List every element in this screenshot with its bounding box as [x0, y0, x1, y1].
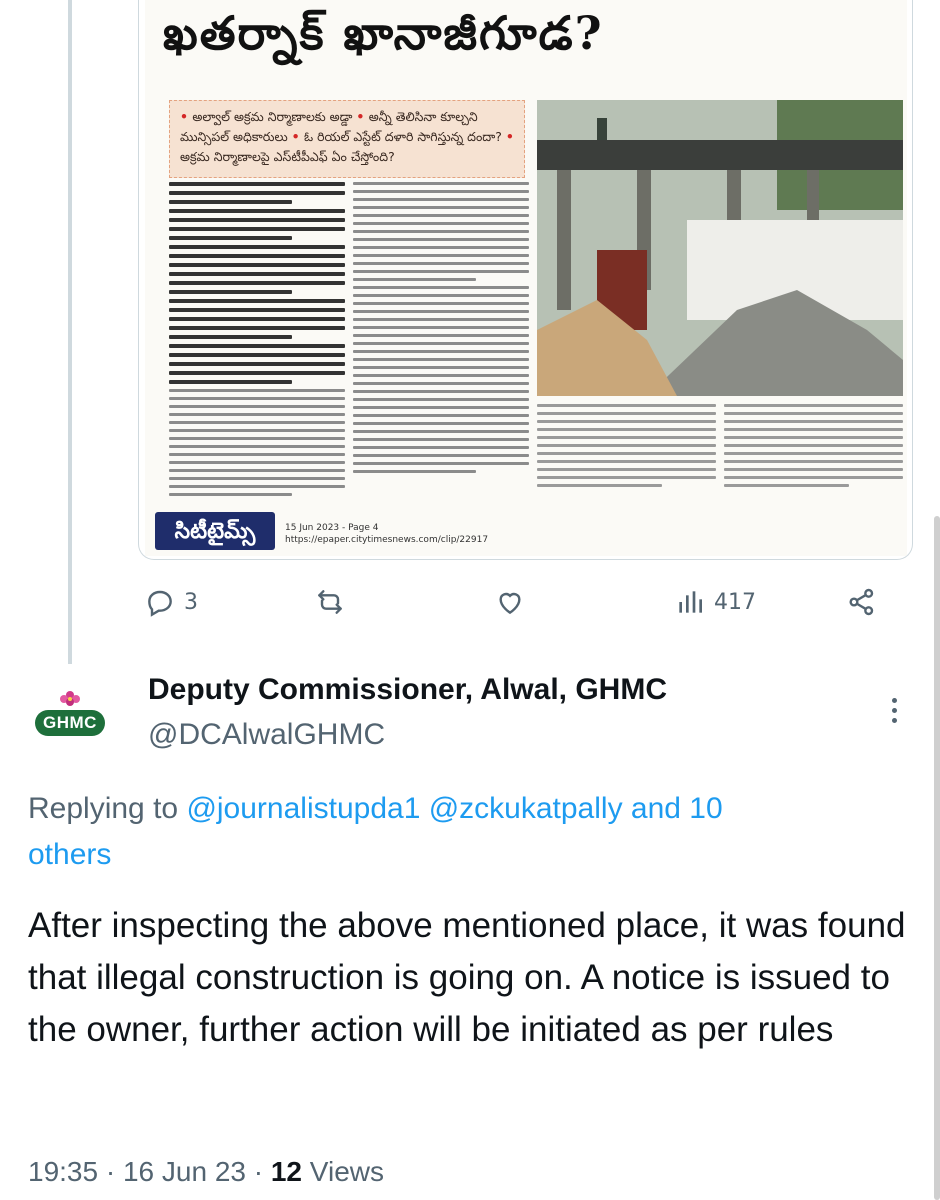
- subhead-line: అల్వాల్ అక్రమ నిర్మాణాలకు అడ్డా: [192, 109, 353, 124]
- tweet-date[interactable]: 16 Jun 23: [123, 1156, 246, 1187]
- reply-icon: [148, 590, 172, 617]
- views-button[interactable]: 417: [674, 578, 756, 626]
- more-options-button[interactable]: [884, 690, 904, 730]
- ghmc-logo-text: GHMC: [35, 710, 105, 736]
- like-button[interactable]: [494, 578, 534, 626]
- reply-count: 3: [184, 589, 198, 615]
- others-link[interactable]: and 10: [623, 792, 723, 825]
- others-link[interactable]: others: [28, 838, 111, 871]
- ghmc-flower-icon: [60, 691, 80, 706]
- subhead-line: అక్రమ నిర్మాణాలపై ఎస్‌టీపీఎఫ్ ఏం చేస్తోం…: [180, 149, 395, 164]
- tweet-timestamp-line: 19:35 · 16 Jun 23 · 12 Views: [28, 1156, 384, 1187]
- views-number: 12: [270, 1156, 303, 1187]
- clipping-article-text-2: [537, 404, 903, 514]
- user-handle[interactable]: @DCAlwalGHMC: [148, 715, 385, 755]
- more-icon: [891, 697, 897, 703]
- share-button[interactable]: [846, 578, 878, 626]
- views-icon: [679, 591, 702, 613]
- share-icon: [849, 588, 874, 616]
- clipping-headline: ఖతర్నాక్ ఖానాజీగూడ?: [163, 6, 604, 60]
- replying-prefix: Replying to: [28, 792, 187, 825]
- tweet-action-bar: 3 417: [138, 578, 898, 626]
- tweet-body: After inspecting the above mentioned pla…: [28, 906, 906, 1049]
- display-name[interactable]: Deputy Commissioner, Alwal, GHMC: [148, 670, 667, 710]
- mention-link[interactable]: @zckukatpally: [429, 792, 623, 825]
- reply-button[interactable]: 3: [144, 578, 198, 626]
- clipping-article-text: [169, 182, 529, 512]
- repost-button[interactable]: [314, 578, 354, 626]
- clipping-date-page: 15 Jun 2023 - Page 4: [285, 523, 379, 533]
- subhead-line: ఓ రియల్ ఎస్టేట్ దళారి సాగిస్తున్న దందా?: [303, 129, 502, 144]
- clipping-subhead-box: • అల్వాల్ అక్రమ నిర్మాణాలకు అడ్డా • అన్న…: [169, 100, 525, 178]
- avatar[interactable]: GHMC: [26, 688, 114, 754]
- scrollbar[interactable]: [934, 516, 940, 1200]
- clipping-meta: 15 Jun 2023 - Page 4 https://epaper.city…: [285, 522, 488, 546]
- mention-link[interactable]: @journalistupda1: [186, 792, 420, 825]
- replying-to-line: Replying to @journalistupda1 @zckukatpal…: [28, 786, 908, 878]
- thread-line: [68, 0, 72, 664]
- repost-icon: [318, 590, 342, 614]
- article-column: [353, 182, 529, 512]
- clipping-page: ఖతర్నాక్ ఖానాజీగూడ? • అల్వాల్ అక్రమ నిర్…: [145, 0, 907, 556]
- views-count: 417: [714, 589, 756, 615]
- clipping-url: https://epaper.citytimesnews.com/clip/22…: [285, 535, 489, 545]
- newspaper-clipping-image[interactable]: ఖతర్నాక్ ఖానాజీగూడ? • అల్వాల్ అక్రమ నిర్…: [138, 0, 913, 560]
- newspaper-masthead-logo: సిటీటైమ్స్: [155, 512, 275, 550]
- article-column: [169, 182, 345, 512]
- views-label: Views: [309, 1156, 384, 1187]
- like-icon: [499, 592, 521, 615]
- tweet-time[interactable]: 19:35: [28, 1156, 98, 1187]
- construction-site-photo: [537, 100, 903, 396]
